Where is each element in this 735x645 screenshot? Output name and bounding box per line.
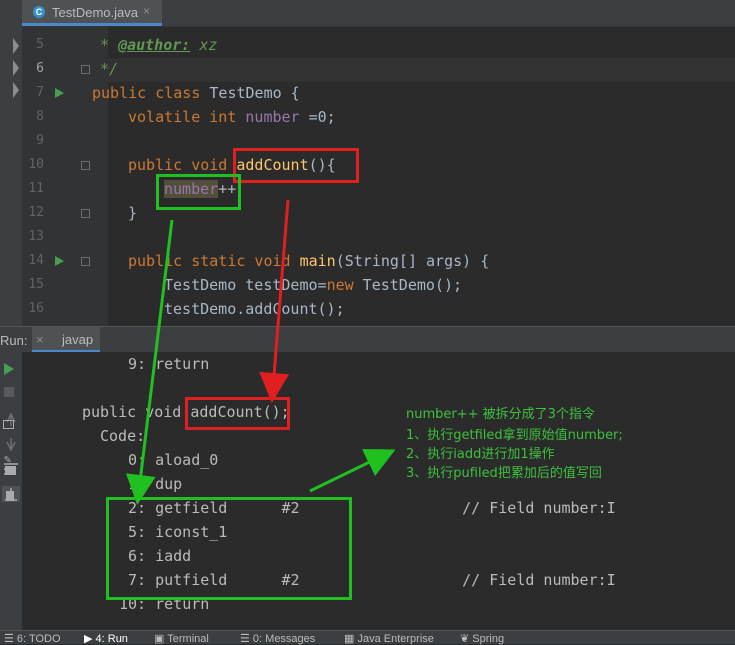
messages-tool-button[interactable]: ☰ 0: Messages bbox=[240, 632, 315, 645]
green-arrow-right bbox=[309, 449, 396, 493]
terminal-tool-button[interactable]: ▣ Terminal bbox=[154, 632, 209, 645]
java-enterprise-tool-button[interactable]: ▦ Java Enterprise bbox=[344, 632, 434, 645]
bottom-tool-bar: ☰ 6: TODO ▶ 4: Run ▣ Terminal ☰ 0: Messa… bbox=[0, 630, 735, 645]
annotation-arrows bbox=[125, 199, 396, 505]
green-arrow-down bbox=[125, 219, 174, 505]
spring-tool-button[interactable]: ❦ Spring bbox=[460, 632, 504, 645]
run-tool-button[interactable]: ▶ 4: Run bbox=[84, 632, 128, 645]
todo-tool-button[interactable]: ☰ 6: TODO bbox=[4, 632, 61, 645]
red-arrow bbox=[259, 199, 290, 403]
